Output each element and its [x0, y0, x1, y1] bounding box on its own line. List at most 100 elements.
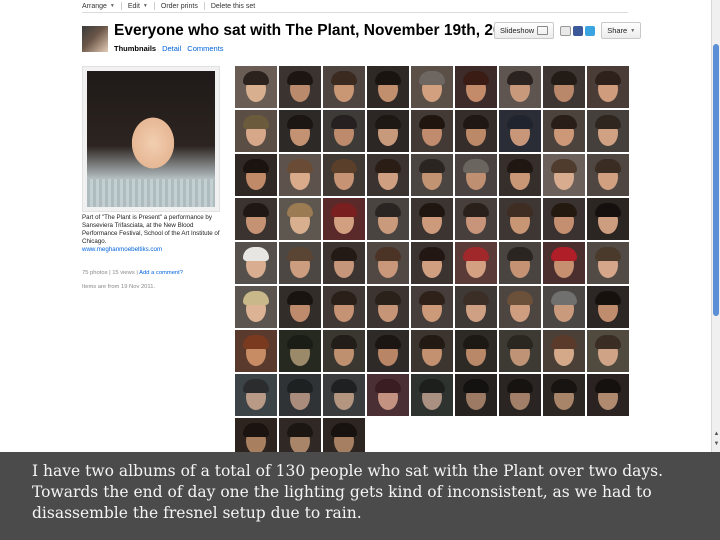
- photo-thumbnail[interactable]: [499, 154, 541, 196]
- photo-thumbnail[interactable]: [323, 66, 365, 108]
- photo-thumbnail[interactable]: [455, 242, 497, 284]
- photo-thumbnail[interactable]: [323, 110, 365, 152]
- scrollbar-thumb[interactable]: [713, 44, 719, 316]
- portrait-hair: [463, 115, 489, 129]
- photo-thumbnail[interactable]: [543, 154, 585, 196]
- divider: [120, 2, 122, 10]
- photo-thumbnail[interactable]: [411, 154, 453, 196]
- photo-thumbnail[interactable]: [543, 330, 585, 372]
- photo-thumbnail[interactable]: [455, 198, 497, 240]
- photo-thumbnail[interactable]: [499, 66, 541, 108]
- photo-thumbnail[interactable]: [279, 198, 321, 240]
- photo-thumbnail[interactable]: [587, 66, 629, 108]
- set-thumbnail[interactable]: [82, 26, 108, 52]
- vertical-scrollbar[interactable]: ▲ ▼: [711, 0, 720, 452]
- photo-thumbnail[interactable]: [367, 330, 409, 372]
- photo-thumbnail[interactable]: [587, 154, 629, 196]
- photo-thumbnail[interactable]: [235, 110, 277, 152]
- photo-thumbnail[interactable]: [279, 110, 321, 152]
- email-icon[interactable]: [560, 25, 572, 36]
- portrait-hair: [419, 159, 445, 173]
- photo-thumbnail[interactable]: [279, 374, 321, 416]
- photo-thumbnail[interactable]: [235, 242, 277, 284]
- photo-thumbnail[interactable]: [411, 286, 453, 328]
- add-comment-link[interactable]: Add a comment?: [139, 270, 183, 276]
- twitter-icon[interactable]: [585, 25, 596, 36]
- photo-thumbnail[interactable]: [279, 66, 321, 108]
- photo-thumbnail[interactable]: [543, 374, 585, 416]
- share-button[interactable]: Share ▼: [601, 22, 642, 39]
- photo-thumbnail[interactable]: [279, 154, 321, 196]
- photo-thumbnail[interactable]: [235, 154, 277, 196]
- photo-thumbnail[interactable]: [543, 110, 585, 152]
- photo-thumbnail[interactable]: [367, 198, 409, 240]
- photo-thumbnail[interactable]: [543, 198, 585, 240]
- order-prints-button[interactable]: Order prints: [161, 3, 198, 10]
- portrait-hair: [331, 379, 357, 393]
- photo-thumbnail[interactable]: [499, 198, 541, 240]
- photo-thumbnail[interactable]: [543, 286, 585, 328]
- photo-thumbnail[interactable]: [587, 110, 629, 152]
- portrait-hair: [507, 291, 533, 305]
- photo-thumbnail[interactable]: [455, 154, 497, 196]
- photo-thumbnail[interactable]: [543, 66, 585, 108]
- photo-thumbnail[interactable]: [499, 330, 541, 372]
- photo-thumbnail[interactable]: [587, 374, 629, 416]
- slideshow-label: Slideshow: [500, 26, 535, 35]
- photo-thumbnail[interactable]: [235, 198, 277, 240]
- photo-thumbnail[interactable]: [323, 286, 365, 328]
- portrait-hair: [331, 291, 357, 305]
- share-icons: [560, 25, 596, 36]
- slideshow-button[interactable]: Slideshow: [494, 22, 555, 39]
- tab-detail[interactable]: Detail: [162, 44, 181, 53]
- featured-photo[interactable]: [82, 66, 220, 212]
- facebook-icon[interactable]: [573, 25, 584, 36]
- photo-thumbnail[interactable]: [587, 198, 629, 240]
- tab-comments[interactable]: Comments: [187, 44, 223, 53]
- photo-thumbnail[interactable]: [499, 374, 541, 416]
- photo-thumbnail[interactable]: [367, 154, 409, 196]
- photo-thumbnail[interactable]: [587, 286, 629, 328]
- website-link[interactable]: www.meghanmoebeltiks.com: [82, 246, 162, 253]
- photo-thumbnail[interactable]: [279, 242, 321, 284]
- photo-thumbnail[interactable]: [235, 374, 277, 416]
- photo-thumbnail[interactable]: [455, 330, 497, 372]
- photo-thumbnail[interactable]: [323, 330, 365, 372]
- photo-thumbnail[interactable]: [587, 242, 629, 284]
- photo-thumbnail[interactable]: [279, 286, 321, 328]
- photo-thumbnail[interactable]: [455, 66, 497, 108]
- photo-thumbnail[interactable]: [367, 66, 409, 108]
- photo-thumbnail[interactable]: [499, 242, 541, 284]
- photo-thumbnail[interactable]: [411, 110, 453, 152]
- photo-thumbnail[interactable]: [323, 242, 365, 284]
- edit-menu[interactable]: Edit ▼: [128, 3, 148, 10]
- photo-thumbnail[interactable]: [455, 286, 497, 328]
- photo-thumbnail[interactable]: [323, 154, 365, 196]
- photo-thumbnail[interactable]: [367, 286, 409, 328]
- photo-thumbnail[interactable]: [411, 66, 453, 108]
- photo-thumbnail[interactable]: [367, 242, 409, 284]
- photo-thumbnail[interactable]: [323, 198, 365, 240]
- photo-thumbnail[interactable]: [367, 374, 409, 416]
- photo-thumbnail[interactable]: [411, 374, 453, 416]
- photo-thumbnail[interactable]: [235, 286, 277, 328]
- arrange-menu[interactable]: Arrange ▼: [82, 3, 115, 10]
- photo-thumbnail[interactable]: [499, 286, 541, 328]
- delete-set-button[interactable]: Delete this set: [211, 3, 255, 10]
- tab-thumbnails[interactable]: Thumbnails: [114, 44, 156, 53]
- photo-thumbnail[interactable]: [235, 330, 277, 372]
- scroll-down-icon[interactable]: ▼: [712, 440, 720, 449]
- photo-thumbnail[interactable]: [367, 110, 409, 152]
- photo-thumbnail[interactable]: [587, 330, 629, 372]
- scroll-up-icon[interactable]: ▲: [712, 430, 720, 439]
- photo-thumbnail[interactable]: [411, 198, 453, 240]
- photo-thumbnail[interactable]: [543, 242, 585, 284]
- photo-thumbnail[interactable]: [455, 374, 497, 416]
- photo-thumbnail[interactable]: [411, 242, 453, 284]
- photo-thumbnail[interactable]: [235, 66, 277, 108]
- photo-thumbnail[interactable]: [455, 110, 497, 152]
- photo-thumbnail[interactable]: [499, 110, 541, 152]
- photo-thumbnail[interactable]: [279, 330, 321, 372]
- photo-thumbnail[interactable]: [411, 330, 453, 372]
- photo-thumbnail[interactable]: [323, 374, 365, 416]
